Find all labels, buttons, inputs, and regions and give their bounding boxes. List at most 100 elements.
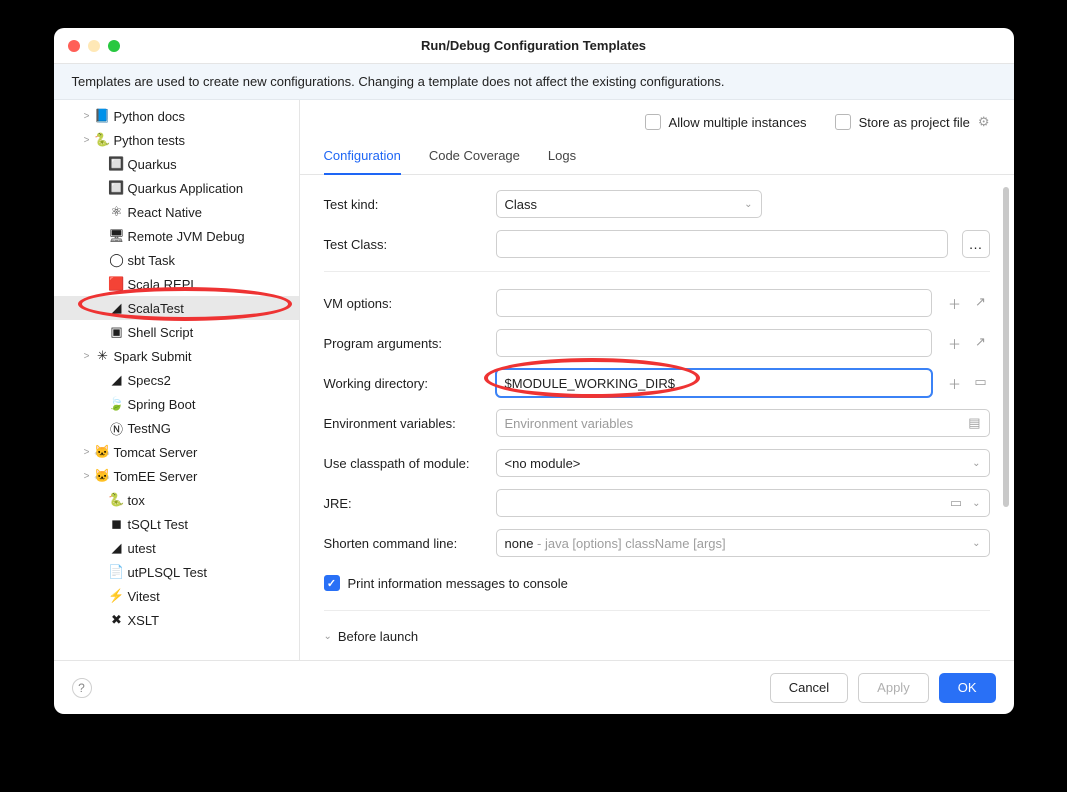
sidebar-item-label: Shell Script bbox=[128, 325, 194, 340]
working-dir-value: $MODULE_WORKING_DIR$ bbox=[505, 376, 675, 391]
tab-code-coverage[interactable]: Code Coverage bbox=[429, 142, 520, 174]
chevron-down-icon: ⌄ bbox=[972, 538, 980, 549]
program-args-input[interactable] bbox=[496, 329, 932, 357]
sidebar-item-quarkus[interactable]: 🔲Quarkus bbox=[54, 152, 299, 176]
sidebar-item-label: Specs2 bbox=[128, 373, 171, 388]
sidebar-item-xslt[interactable]: ✖XSLT bbox=[54, 608, 299, 632]
before-launch-label: Before launch bbox=[338, 629, 418, 644]
sidebar-item-label: sbt Task bbox=[128, 253, 175, 268]
classpath-select[interactable]: <no module> ⌄ bbox=[496, 449, 990, 477]
print-info-checkbox[interactable]: Print information messages to console bbox=[324, 575, 568, 591]
env-vars-placeholder: Environment variables bbox=[505, 416, 634, 431]
env-vars-input[interactable]: Environment variables ▤ bbox=[496, 409, 990, 437]
program-args-label: Program arguments: bbox=[324, 336, 482, 351]
spark-icon: ✳ bbox=[94, 347, 112, 365]
sidebar-item-utest[interactable]: ◢utest bbox=[54, 536, 299, 560]
checkbox-icon bbox=[645, 114, 661, 130]
separator bbox=[324, 271, 990, 272]
python-flask-icon: 🐍 bbox=[94, 131, 112, 149]
store-as-project-file-checkbox[interactable]: Store as project file ⚙ bbox=[835, 114, 990, 130]
sidebar-item-python-docs[interactable]: >📘Python docs bbox=[54, 104, 299, 128]
tsqlt-icon: ◼ bbox=[108, 515, 126, 533]
cancel-button[interactable]: Cancel bbox=[770, 673, 848, 703]
list-icon[interactable]: ▤ bbox=[968, 415, 980, 431]
ok-button[interactable]: OK bbox=[939, 673, 996, 703]
before-launch-section[interactable]: ⌄ Before launch bbox=[324, 625, 990, 644]
folder-icon[interactable]: ▭ bbox=[972, 374, 990, 393]
sidebar-item-label: utPLSQL Test bbox=[128, 565, 208, 580]
testng-icon: Ⓝ bbox=[108, 419, 126, 437]
sidebar-item-label: ScalaTest bbox=[128, 301, 184, 316]
sidebar-item-vitest[interactable]: ⚡Vitest bbox=[54, 584, 299, 608]
sidebar-item-python-tests[interactable]: >🐍Python tests bbox=[54, 128, 299, 152]
working-dir-input[interactable]: $MODULE_WORKING_DIR$ bbox=[496, 369, 932, 397]
scrollbar[interactable] bbox=[1003, 187, 1009, 507]
tomcat-icon: 🐱 bbox=[94, 443, 112, 461]
help-button[interactable]: ? bbox=[72, 678, 92, 698]
react-icon: ⚛ bbox=[108, 203, 126, 221]
sidebar-item-label: Quarkus Application bbox=[128, 181, 244, 196]
folder-icon[interactable]: ▭ bbox=[950, 495, 962, 511]
test-kind-select[interactable]: Class ⌄ bbox=[496, 190, 762, 218]
sidebar-item-label: Python docs bbox=[114, 109, 186, 124]
sidebar-item-tox[interactable]: 🐍tox bbox=[54, 488, 299, 512]
checkbox-icon bbox=[835, 114, 851, 130]
print-info-label: Print information messages to console bbox=[348, 576, 568, 591]
store-as-project-label: Store as project file bbox=[859, 115, 970, 130]
vm-options-input[interactable] bbox=[496, 289, 932, 317]
chevron-right-icon: > bbox=[80, 471, 94, 482]
sidebar-item-sbt-task[interactable]: ◯sbt Task bbox=[54, 248, 299, 272]
expand-icon[interactable]: ↗ bbox=[972, 334, 990, 353]
apply-button[interactable]: Apply bbox=[858, 673, 929, 703]
gear-icon[interactable]: ⚙ bbox=[978, 114, 990, 130]
sidebar-item-testng[interactable]: ⓃTestNG bbox=[54, 416, 299, 440]
sidebar-item-tomcat-server[interactable]: >🐱Tomcat Server bbox=[54, 440, 299, 464]
test-class-label: Test Class: bbox=[324, 237, 482, 252]
sidebar-item-label: Spark Submit bbox=[114, 349, 192, 364]
sidebar-item-quarkus-application[interactable]: 🔲Quarkus Application bbox=[54, 176, 299, 200]
jre-select[interactable]: ▭ ⌄ bbox=[496, 489, 990, 517]
shorten-select[interactable]: none - java [options] className [args] ⌄ bbox=[496, 529, 990, 557]
sidebar-item-react-native[interactable]: ⚛React Native bbox=[54, 200, 299, 224]
scala-icon: 🟥 bbox=[108, 275, 126, 293]
sidebar-item-label: Quarkus bbox=[128, 157, 177, 172]
chevron-right-icon: > bbox=[80, 447, 94, 458]
plus-icon[interactable]: ＋ bbox=[946, 334, 964, 353]
chevron-down-icon: ⌄ bbox=[744, 199, 752, 210]
template-list-sidebar[interactable]: >📘Python docs>🐍Python tests🔲Quarkus🔲Quar… bbox=[54, 100, 300, 660]
sidebar-item-specs2[interactable]: ◢Specs2 bbox=[54, 368, 299, 392]
sidebar-item-label: Tomcat Server bbox=[114, 445, 198, 460]
shorten-value: none bbox=[505, 536, 534, 551]
sidebar-item-label: tox bbox=[128, 493, 145, 508]
tab-configuration[interactable]: Configuration bbox=[324, 142, 401, 175]
sidebar-item-tomee-server[interactable]: >🐱TomEE Server bbox=[54, 464, 299, 488]
sidebar-item-scalatest[interactable]: ◢ScalaTest bbox=[54, 296, 299, 320]
chevron-down-icon: ⌄ bbox=[972, 458, 980, 469]
sidebar-item-shell-script[interactable]: ▣Shell Script bbox=[54, 320, 299, 344]
chevron-down-icon: ⌄ bbox=[324, 631, 332, 642]
test-class-input[interactable] bbox=[496, 230, 948, 258]
sidebar-item-spring-boot[interactable]: 🍃Spring Boot bbox=[54, 392, 299, 416]
sidebar-item-label: TestNG bbox=[128, 421, 171, 436]
sidebar-item-remote-jvm-debug[interactable]: 🖥Remote JVM Debug bbox=[54, 224, 299, 248]
sidebar-item-scala-repl[interactable]: 🟥Scala REPL bbox=[54, 272, 299, 296]
window-title: Run/Debug Configuration Templates bbox=[54, 38, 1014, 53]
sidebar-item-label: tSQLt Test bbox=[128, 517, 188, 532]
plus-icon[interactable]: ＋ bbox=[946, 294, 964, 313]
allow-multiple-instances-checkbox[interactable]: Allow multiple instances bbox=[645, 114, 807, 130]
chevron-right-icon: > bbox=[80, 351, 94, 362]
expand-icon[interactable]: ↗ bbox=[972, 294, 990, 313]
plus-icon[interactable]: ＋ bbox=[946, 374, 964, 393]
allow-multiple-label: Allow multiple instances bbox=[669, 115, 807, 130]
test-class-browse-button[interactable]: … bbox=[962, 230, 990, 258]
sidebar-item-tsqlt-test[interactable]: ◼tSQLt Test bbox=[54, 512, 299, 536]
tab-logs[interactable]: Logs bbox=[548, 142, 576, 174]
sidebar-item-label: Python tests bbox=[114, 133, 186, 148]
sidebar-item-utplsql-test[interactable]: 📄utPLSQL Test bbox=[54, 560, 299, 584]
classpath-value: <no module> bbox=[505, 456, 581, 471]
chevron-right-icon: > bbox=[80, 111, 94, 122]
title-bar: Run/Debug Configuration Templates bbox=[54, 28, 1014, 64]
sidebar-item-spark-submit[interactable]: >✳Spark Submit bbox=[54, 344, 299, 368]
config-tabs: Configuration Code Coverage Logs bbox=[300, 136, 1014, 175]
sidebar-item-label: TomEE Server bbox=[114, 469, 198, 484]
